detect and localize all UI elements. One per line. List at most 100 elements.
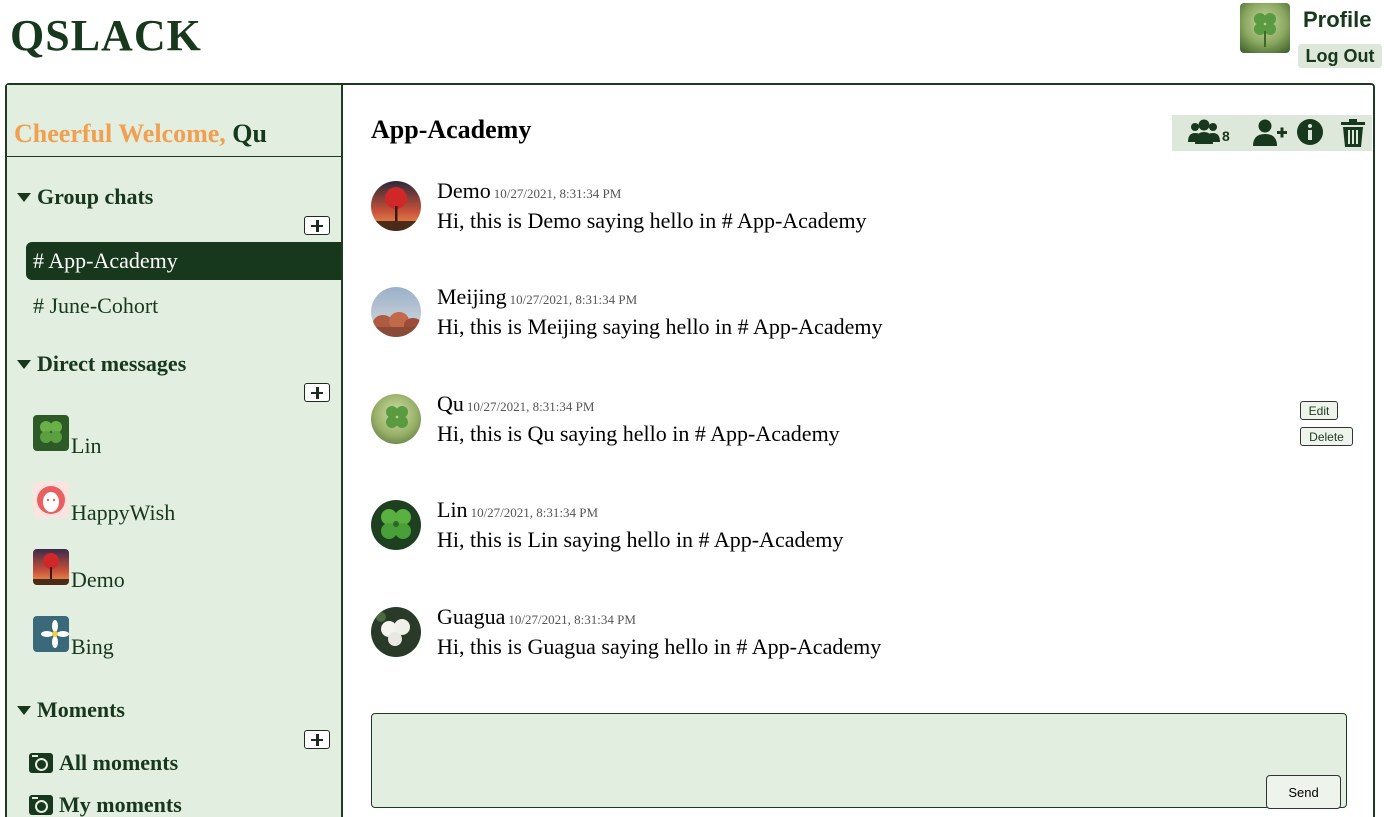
dm-item-bing[interactable]: Bing: [33, 616, 114, 659]
message-text: Hi, this is Meijing saying hello in # Ap…: [437, 314, 883, 339]
delete-message-button[interactable]: Delete: [1300, 427, 1353, 446]
message-author: Guagua: [437, 604, 506, 629]
message-text: Hi, this is Demo saying hello in # App-A…: [437, 208, 867, 233]
message-timestamp: 10/27/2021, 8:31:34 PM: [493, 186, 622, 201]
welcome-username: Qu: [232, 119, 267, 148]
caret-down-icon: [17, 192, 31, 202]
channel-label: # App-Academy: [33, 248, 178, 273]
add-moment-button[interactable]: [304, 730, 330, 749]
direct-messages-label: Direct messages: [37, 351, 187, 376]
avatar[interactable]: [371, 181, 421, 231]
app-logo: QSLACK: [10, 11, 202, 60]
members-button[interactable]: 8: [1187, 118, 1233, 153]
plus-icon: [311, 219, 323, 232]
avatar: [33, 482, 69, 518]
message-timestamp: 10/27/2021, 8:31:34 PM: [509, 292, 638, 307]
logout-button[interactable]: Log Out: [1298, 44, 1382, 68]
delete-channel-button[interactable]: [1340, 118, 1366, 153]
sidebar: Cheerful Welcome, Qu Group chats # App-A…: [7, 85, 343, 817]
moment-item-all[interactable]: All moments: [29, 750, 178, 776]
send-button[interactable]: Send: [1266, 775, 1341, 809]
channel-toolbar: 8: [1172, 115, 1372, 151]
avatar[interactable]: [371, 607, 421, 657]
avatar[interactable]: [371, 500, 421, 550]
avatar[interactable]: [371, 394, 421, 444]
dm-name: Demo: [71, 567, 125, 592]
edit-message-button[interactable]: Edit: [1300, 401, 1338, 420]
clover-avatar-image: [33, 415, 69, 451]
caret-down-icon: [17, 705, 31, 715]
message-text: Hi, this is Guagua saying hello in # App…: [437, 634, 882, 659]
message-header: Demo 10/27/2021, 8:31:34 PM: [437, 178, 621, 204]
avatar: [33, 549, 69, 585]
dm-name: HappyWish: [71, 500, 176, 525]
clover-avatar-image: [371, 394, 421, 444]
camera-icon: [29, 753, 53, 773]
message-item: Demo 10/27/2021, 8:31:34 PM Hi, this is D…: [371, 178, 1351, 241]
message-timestamp: 10/27/2021, 8:31:34 PM: [470, 505, 599, 520]
caret-down-icon: [17, 359, 31, 369]
message-item: Guagua 10/27/2021, 8:31:34 PM Hi, this is…: [371, 604, 1351, 667]
plus-icon: [311, 733, 323, 746]
welcome-message: Cheerful Welcome, Qu: [14, 119, 267, 149]
moments-header[interactable]: Moments: [17, 697, 125, 723]
avatar[interactable]: [371, 287, 421, 337]
message-timestamp: 10/27/2021, 8:31:34 PM: [508, 612, 636, 627]
chat-panel: App-Academy 8 Demo 10/27/2021, 8:31:34 P…: [343, 85, 1373, 817]
add-member-icon: [1253, 119, 1287, 146]
message-item: Lin 10/27/2021, 8:31:34 PM Hi, this is Li…: [371, 497, 1351, 560]
message-input[interactable]: [371, 713, 1347, 808]
camera-icon: [29, 795, 53, 815]
message-text: Hi, this is Lin saying hello in # App-Ac…: [437, 527, 844, 552]
daisy-avatar-image: [33, 616, 69, 652]
member-count: 8: [1222, 128, 1230, 144]
avatar: [33, 616, 69, 652]
clover-avatar-image: [371, 500, 421, 550]
info-icon: [1297, 119, 1323, 145]
avatar: [33, 415, 69, 451]
welcome-label: Cheerful Welcome,: [14, 119, 226, 148]
dm-name: Bing: [71, 634, 114, 659]
trash-icon: [1341, 119, 1365, 147]
profile-link[interactable]: Profile: [1303, 7, 1371, 33]
rocks-avatar-image: [371, 287, 421, 337]
profile-avatar[interactable]: [1240, 3, 1290, 53]
add-direct-message-button[interactable]: [304, 383, 330, 402]
message-author: Demo: [437, 178, 491, 203]
message-author: Qu: [437, 391, 464, 416]
sidebar-divider: [7, 156, 341, 157]
group-chats-header[interactable]: Group chats: [17, 184, 153, 210]
channel-label: # June-Cohort: [33, 293, 159, 318]
add-group-chat-button[interactable]: [304, 216, 330, 235]
moment-item-mine[interactable]: My moments: [29, 792, 182, 817]
dm-item-lin[interactable]: Lin: [33, 415, 102, 458]
message-header: Guagua 10/27/2021, 8:31:34 PM: [437, 604, 636, 630]
message-timestamp: 10/27/2021, 8:31:34 PM: [466, 399, 595, 414]
dm-item-happywish[interactable]: HappyWish: [33, 482, 176, 525]
moments-label: Moments: [37, 697, 125, 722]
girl-avatar-image: [33, 482, 69, 518]
white-flowers-avatar-image: [371, 607, 421, 657]
add-member-button[interactable]: [1252, 118, 1288, 153]
message-author: Lin: [437, 497, 468, 522]
moment-label: All moments: [59, 750, 179, 775]
message-text: Hi, this is Qu saying hello in # App-Aca…: [437, 421, 840, 446]
message-header: Qu 10/27/2021, 8:31:34 PM: [437, 391, 594, 417]
channel-item-app-academy[interactable]: # App-Academy: [26, 242, 341, 280]
tree-sunset-avatar-image: [371, 181, 421, 231]
tree-sunset-avatar-image: [33, 549, 69, 585]
message-item: Qu 10/27/2021, 8:31:34 PM Hi, this is Qu …: [371, 391, 1353, 454]
dm-name: Lin: [71, 433, 102, 458]
message-author: Meijing: [437, 284, 507, 309]
channel-info-button[interactable]: [1296, 118, 1326, 153]
clover-avatar-image: [1240, 3, 1290, 53]
direct-messages-header[interactable]: Direct messages: [17, 351, 186, 377]
message-header: Lin 10/27/2021, 8:31:34 PM: [437, 497, 598, 523]
dm-item-demo[interactable]: Demo: [33, 549, 125, 592]
message-header: Meijing 10/27/2021, 8:31:34 PM: [437, 284, 637, 310]
plus-icon: [311, 386, 323, 399]
moment-label: My moments: [59, 792, 182, 817]
channel-item-june-cohort[interactable]: # June-Cohort: [26, 287, 341, 325]
group-chats-label: Group chats: [37, 184, 154, 209]
channel-title: App-Academy: [371, 115, 532, 144]
